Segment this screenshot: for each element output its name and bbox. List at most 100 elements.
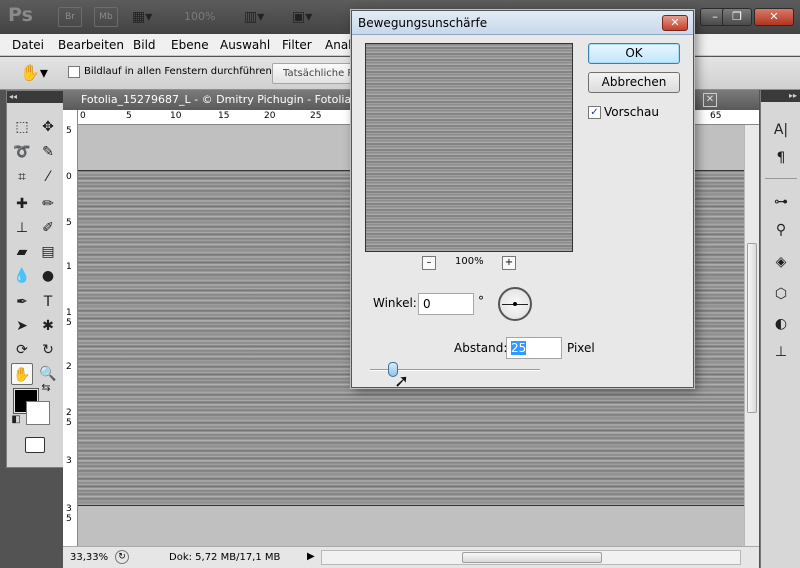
distance-field[interactable]: 25 bbox=[506, 337, 562, 359]
eraser-tool-icon[interactable]: ▰ bbox=[11, 241, 33, 263]
ruler-tick-label: 2 bbox=[66, 362, 72, 372]
3d-rotate-tool-icon[interactable]: ⟳ bbox=[11, 339, 33, 361]
blur-tool-icon[interactable]: 💧 bbox=[11, 265, 33, 287]
menu-filter[interactable]: Filter bbox=[282, 38, 312, 52]
dialog-titlebar[interactable]: Bewegungsunschärfe ✕ bbox=[352, 11, 693, 35]
quick-selection-tool-icon[interactable]: ✎ bbox=[37, 141, 59, 163]
vertical-scrollbar[interactable] bbox=[744, 125, 759, 546]
preview-label: Vorschau bbox=[604, 105, 659, 119]
channels-panel-icon[interactable]: ◐ bbox=[769, 314, 793, 334]
mouse-cursor-icon: ➚ bbox=[394, 371, 410, 392]
ruler-tick-label: 1 bbox=[66, 308, 72, 318]
hand-tool-icon[interactable]: ✋ bbox=[11, 363, 33, 385]
default-colors-icon[interactable]: ◧ bbox=[9, 413, 23, 427]
angle-field[interactable]: 0 bbox=[418, 293, 474, 315]
dialog-close-icon[interactable]: ✕ bbox=[662, 15, 688, 31]
ruler-tick-label: 1 bbox=[66, 262, 72, 272]
menu-ebene[interactable]: Ebene bbox=[171, 38, 209, 52]
close-button[interactable]: ✕ bbox=[754, 8, 794, 26]
status-menu-arrow-icon[interactable]: ▶ bbox=[307, 551, 315, 562]
ruler-tick-label: 5 bbox=[66, 126, 72, 136]
screen-mode-icon[interactable]: ▣▾ bbox=[292, 7, 312, 27]
crop-tool-icon[interactable]: ⌗ bbox=[11, 166, 33, 188]
vertical-scroll-thumb[interactable] bbox=[747, 243, 757, 413]
panel-separator bbox=[765, 178, 797, 179]
view-extras-icon[interactable]: ▦▾ bbox=[132, 7, 152, 27]
menu-bild[interactable]: Bild bbox=[133, 38, 156, 52]
pen-tool-icon[interactable]: ✒ bbox=[11, 291, 33, 313]
layers-panel-icon[interactable]: ◈ bbox=[769, 252, 793, 272]
brush-tool-icon[interactable]: ✏ bbox=[37, 193, 59, 215]
marquee-tool-icon[interactable]: ⬚ bbox=[11, 116, 33, 138]
paths-panel-icon[interactable]: ⬡ bbox=[769, 284, 793, 304]
adjustments-panel-icon[interactable]: ⊶ bbox=[769, 192, 793, 212]
distance-label: Abstand: bbox=[454, 341, 508, 355]
preview-checkbox[interactable]: ✓ bbox=[588, 106, 601, 119]
right-panel-expand-icon[interactable]: ▸▸ bbox=[761, 90, 800, 102]
ruler-tick-label: 3 bbox=[66, 504, 72, 514]
ruler-tick-label: 5 bbox=[66, 514, 72, 524]
lasso-tool-icon[interactable]: ➰ bbox=[11, 141, 33, 163]
ruler-tick-label: 5 bbox=[66, 318, 72, 328]
bridge-button[interactable]: Br bbox=[58, 7, 82, 27]
tools-panel-collapse-icon[interactable]: ◂◂ bbox=[7, 91, 63, 103]
swap-colors-icon[interactable]: ⇆ bbox=[39, 381, 53, 395]
dialog-title: Bewegungsunschärfe bbox=[358, 16, 488, 30]
mini-bridge-button[interactable]: Mb bbox=[94, 7, 118, 27]
ruler-tick-label: 0 bbox=[80, 111, 86, 121]
history-brush-tool-icon[interactable]: ✐ bbox=[37, 217, 59, 239]
hand-tool-preset-icon[interactable]: ✋▾ bbox=[20, 63, 48, 82]
menu-datei[interactable]: Datei bbox=[12, 38, 44, 52]
cancel-button[interactable]: Abbrechen bbox=[588, 72, 680, 93]
degree-symbol: ° bbox=[478, 294, 484, 308]
zoom-out-button[interactable]: – bbox=[422, 256, 436, 270]
document-size-status: Dok: 5,72 MB/17,1 MB bbox=[169, 552, 281, 563]
path-selection-tool-icon[interactable]: ➤ bbox=[11, 315, 33, 337]
zoom-status-field[interactable]: 33,33% bbox=[70, 552, 108, 563]
tools-panel: ◂◂ ⬚ ✥ ➰ ✎ ⌗ ⁄ ✚ ✏ ⊥ ✐ ▰ ▤ 💧 ● ✒ T ➤ ✱ ⟳… bbox=[6, 90, 64, 468]
eyedropper-tool-icon[interactable]: ⁄ bbox=[37, 166, 59, 188]
distance-unit: Pixel bbox=[567, 341, 595, 355]
angle-dial-center bbox=[513, 302, 517, 306]
clone-stamp-tool-icon[interactable]: ⊥ bbox=[11, 217, 33, 239]
gradient-tool-icon[interactable]: ▤ bbox=[37, 241, 59, 263]
horizontal-scrollbar[interactable] bbox=[321, 550, 741, 565]
vertical-ruler[interactable]: 5 0 5 1 1 5 2 2 5 3 3 5 bbox=[63, 110, 78, 546]
ruler-tick-label: 3 bbox=[66, 456, 72, 466]
zoom-in-button[interactable]: + bbox=[502, 256, 516, 270]
ruler-tick-label: 15 bbox=[218, 111, 230, 121]
healing-brush-tool-icon[interactable]: ✚ bbox=[11, 193, 33, 215]
filter-preview[interactable] bbox=[365, 43, 573, 252]
move-tool-icon[interactable]: ✥ bbox=[37, 116, 59, 138]
zoom-level-menu[interactable]: 100% bbox=[184, 10, 215, 23]
clone-source-panel-icon[interactable]: ⊥ bbox=[769, 342, 793, 362]
paragraph-panel-icon[interactable]: ¶ bbox=[769, 148, 793, 168]
dodge-tool-icon[interactable]: ● bbox=[37, 265, 59, 287]
maximize-button[interactable]: ❐ bbox=[722, 8, 752, 26]
status-bar: 33,33% ↻ Dok: 5,72 MB/17,1 MB ▶ bbox=[63, 546, 759, 568]
shape-tool-icon[interactable]: ✱ bbox=[37, 315, 59, 337]
type-tool-icon[interactable]: T bbox=[37, 291, 59, 313]
character-panel-icon[interactable]: A| bbox=[769, 120, 793, 140]
close-document-icon[interactable]: ✕ bbox=[703, 93, 717, 107]
scroll-all-windows-checkbox[interactable] bbox=[68, 66, 80, 78]
background-color-swatch[interactable] bbox=[26, 401, 50, 425]
status-info-icon[interactable]: ↻ bbox=[115, 550, 129, 564]
ruler-tick-label: 5 bbox=[126, 111, 132, 121]
ruler-tick-label: 5 bbox=[66, 418, 72, 428]
photoshop-logo: Ps bbox=[8, 4, 33, 26]
ok-button[interactable]: OK bbox=[588, 43, 680, 64]
angle-dial[interactable] bbox=[498, 287, 532, 321]
ruler-tick-label: 25 bbox=[310, 111, 322, 121]
ruler-tick-label: 5 bbox=[66, 218, 72, 228]
ruler-tick-label: 20 bbox=[264, 111, 276, 121]
menu-auswahl[interactable]: Auswahl bbox=[220, 38, 270, 52]
horizontal-scroll-thumb[interactable] bbox=[462, 552, 602, 563]
angle-label: Winkel: bbox=[373, 296, 417, 310]
masks-panel-icon[interactable]: ⚲ bbox=[769, 220, 793, 240]
quick-mask-icon[interactable] bbox=[25, 437, 45, 453]
arrange-documents-icon[interactable]: ▥▾ bbox=[244, 7, 264, 27]
menu-bearbeiten[interactable]: Bearbeiten bbox=[58, 38, 124, 52]
3d-orbit-tool-icon[interactable]: ↻ bbox=[37, 339, 59, 361]
actual-pixels-button[interactable]: Tatsächliche Pi bbox=[272, 63, 362, 84]
